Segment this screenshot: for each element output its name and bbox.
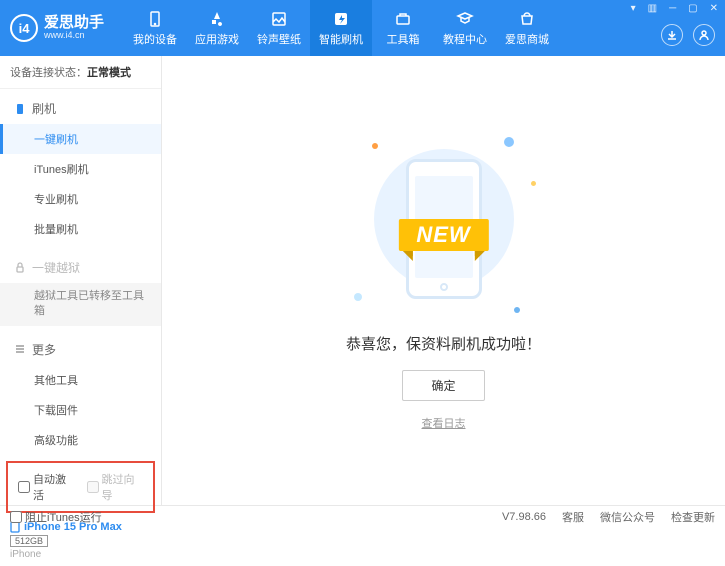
flash-icon (332, 10, 350, 28)
sidebar-jailbreak-note: 越狱工具已转移至工具箱 (0, 283, 161, 326)
app-header: i4 爱思助手 www.i4.cn 我的设备 应用游戏 铃声壁纸 智能刷机 工具… (0, 0, 725, 56)
new-ribbon: NEW (398, 219, 488, 251)
storage-badge: 512GB (10, 535, 48, 547)
window-controls: ▾ ▥ ─ ▢ ✕ (628, 2, 721, 15)
sidebar-head-flash[interactable]: 刷机 (0, 93, 161, 124)
sidebar-item-pro-flash[interactable]: 专业刷机 (0, 184, 161, 214)
device-icon (146, 10, 164, 28)
nav-store[interactable]: 爱思商城 (496, 0, 558, 56)
footer-link-wechat[interactable]: 微信公众号 (600, 509, 655, 525)
checkbox-skip-setup[interactable]: 跳过向导 (87, 471, 144, 503)
menu-icon[interactable]: ▾ (628, 2, 639, 15)
logo: i4 爱思助手 www.i4.cn (10, 14, 104, 42)
nav-my-device[interactable]: 我的设备 (124, 0, 186, 56)
sidebar-item-download-firmware[interactable]: 下载固件 (0, 395, 161, 425)
footer-link-update[interactable]: 检查更新 (671, 509, 715, 525)
checkbox-auto-activate[interactable]: 自动激活 (18, 471, 75, 503)
close-icon[interactable]: ✕ (707, 2, 721, 15)
sidebar-item-oneclick-flash[interactable]: 一键刷机 (0, 124, 161, 154)
success-message: 恭喜您，保资料刷机成功啦！ (346, 333, 541, 354)
sidebar-item-itunes-flash[interactable]: iTunes刷机 (0, 154, 161, 184)
checkbox-block-itunes[interactable]: 阻止iTunes运行 (10, 509, 102, 525)
success-illustration: NEW (344, 131, 544, 321)
sidebar-options: 自动激活 跳过向导 (6, 461, 155, 513)
user-button[interactable] (693, 24, 715, 46)
connection-status: 设备连接状态：正常模式 (0, 56, 161, 89)
view-log-link[interactable]: 查看日志 (422, 415, 466, 431)
nav-apps-games[interactable]: 应用游戏 (186, 0, 248, 56)
nav-smart-flash[interactable]: 智能刷机 (310, 0, 372, 56)
confirm-button[interactable]: 确定 (402, 370, 484, 401)
skin-icon[interactable]: ▥ (645, 2, 660, 15)
nav-tutorial[interactable]: 教程中心 (434, 0, 496, 56)
app-url: www.i4.cn (44, 31, 104, 41)
nav-toolbox[interactable]: 工具箱 (372, 0, 434, 56)
flash-small-icon (14, 103, 26, 115)
version-label: V7.98.66 (502, 511, 546, 523)
app-title: 爱思助手 (44, 15, 104, 32)
sidebar-item-batch-flash[interactable]: 批量刷机 (0, 214, 161, 244)
main-content: NEW 恭喜您，保资料刷机成功啦！ 确定 查看日志 (162, 56, 725, 505)
sidebar-item-other-tools[interactable]: 其他工具 (0, 365, 161, 395)
logo-icon: i4 (10, 14, 38, 42)
sidebar: 设备连接状态：正常模式 刷机 一键刷机 iTunes刷机 专业刷机 批量刷机 一… (0, 56, 162, 505)
apps-icon (208, 10, 226, 28)
wallpaper-icon (270, 10, 288, 28)
maximize-icon[interactable]: ▢ (685, 2, 700, 15)
store-icon (518, 10, 536, 28)
minimize-icon[interactable]: ─ (666, 2, 679, 15)
header-actions (661, 24, 715, 46)
top-nav: 我的设备 应用游戏 铃声壁纸 智能刷机 工具箱 教程中心 爱思商城 (124, 0, 558, 56)
sidebar-item-advanced[interactable]: 高级功能 (0, 425, 161, 455)
sidebar-head-jailbreak[interactable]: 一键越狱 (0, 252, 161, 283)
footer-link-support[interactable]: 客服 (562, 509, 584, 525)
download-button[interactable] (661, 24, 683, 46)
tutorial-icon (456, 10, 474, 28)
toolbox-icon (394, 10, 412, 28)
sidebar-head-more[interactable]: 更多 (0, 334, 161, 365)
more-icon (14, 343, 26, 355)
device-type: iPhone (10, 549, 151, 560)
nav-ringtone-wallpaper[interactable]: 铃声壁纸 (248, 0, 310, 56)
lock-icon (14, 262, 26, 274)
